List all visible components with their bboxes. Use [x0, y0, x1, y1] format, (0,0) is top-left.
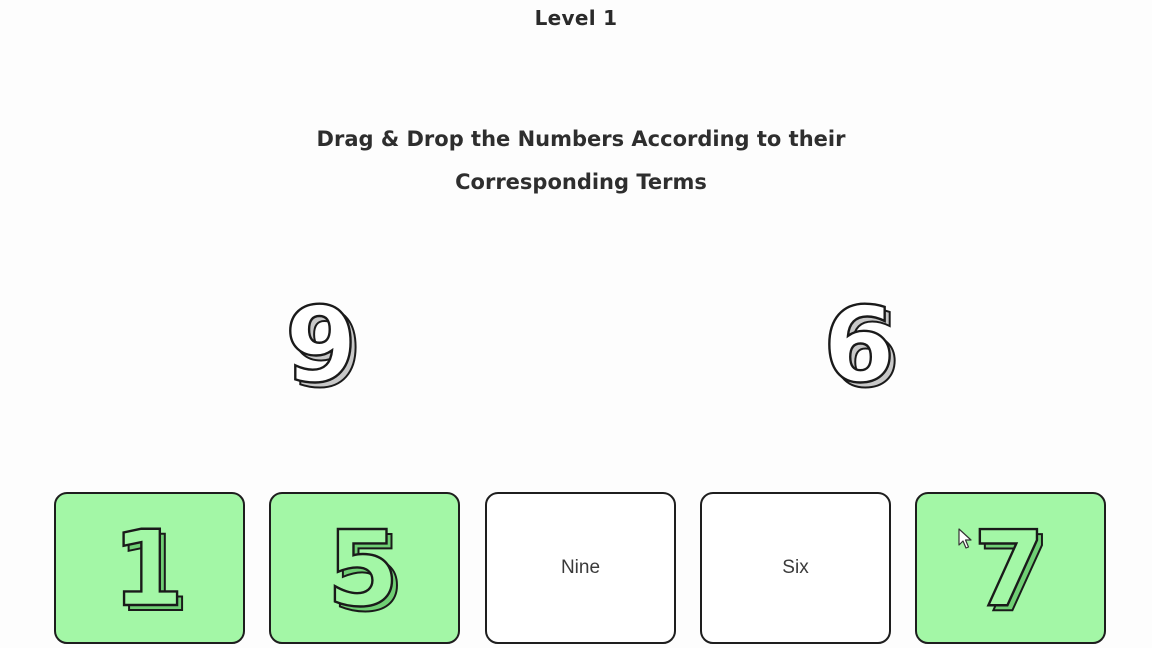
instruction-line-2: Corresponding Terms [455, 170, 707, 194]
bubble-number-icon: 7 7 [971, 507, 1051, 636]
instruction-line-1: Drag & Drop the Numbers According to the… [316, 127, 846, 151]
svg-text:6: 6 [823, 284, 895, 406]
bubble-number-icon: 9 9 [284, 283, 364, 412]
slot-term-label: Nine [560, 557, 601, 578]
drop-slot-filled-seven[interactable]: 7 7 [915, 492, 1106, 644]
bubble-number-icon: 1 1 [110, 507, 190, 636]
bubble-number-icon: 6 6 [822, 283, 902, 412]
svg-text:9: 9 [285, 284, 357, 406]
slot-term-label: Six [782, 557, 809, 578]
svg-text:7: 7 [972, 508, 1044, 630]
draggable-number-six[interactable]: 6 6 [816, 283, 906, 412]
svg-text:5: 5 [326, 508, 398, 630]
drop-slot-filled-one[interactable]: 1 1 [54, 492, 245, 644]
mouse-pointer-icon [958, 528, 972, 549]
draggable-number-nine[interactable]: 9 9 [278, 283, 368, 412]
instruction-text: Drag & Drop the Numbers According to the… [276, 118, 886, 204]
drop-slot-nine[interactable]: Nine [485, 492, 676, 644]
drop-slot-six[interactable]: Six [700, 492, 891, 644]
level-title: Level 1 [534, 6, 618, 30]
bubble-number-icon: 5 5 [325, 507, 405, 636]
svg-text:1: 1 [111, 508, 183, 630]
drop-slot-filled-five[interactable]: 5 5 [269, 492, 460, 644]
